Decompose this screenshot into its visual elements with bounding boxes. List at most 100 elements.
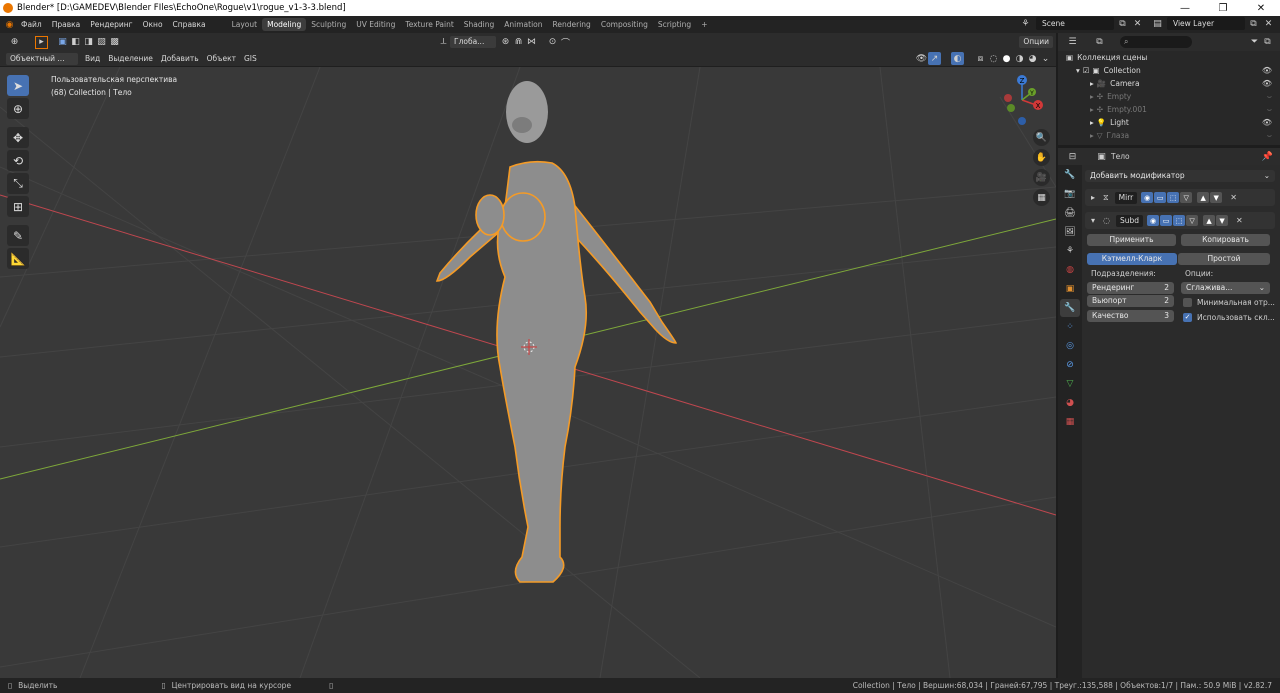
outliner-item-empty-001[interactable]: ▸ ✣ Empty.001 ⌣ [1058,103,1280,116]
new-view-layer-icon[interactable]: ⧉ [1247,17,1260,30]
object-mode-dropdown[interactable]: Объектный ... [6,52,78,65]
tab-material[interactable]: ◕ [1060,394,1080,412]
pin-icon[interactable]: 📌 [1261,150,1274,163]
eye-closed-icon[interactable]: ⌣ [1267,92,1272,102]
proportional-edit-icon[interactable]: ⊙ [546,36,559,49]
min-offset-checkbox[interactable] [1183,298,1192,307]
transform-orientation-dropdown[interactable]: Глоба... [450,36,496,48]
outliner-search[interactable]: ⌕ [1120,36,1192,48]
outliner-item-collection[interactable]: ▾ ☑ ▣ Collection 👁 [1058,64,1280,77]
select-tool-icon[interactable]: ▸ [35,35,48,49]
checkbox-icon[interactable]: ☑ [1083,66,1090,75]
menu-select[interactable]: Выделение [104,54,157,63]
menu-gis[interactable]: GIS [240,54,261,63]
modifier-mirror[interactable]: ▸ ⧖ Mirr ◉ ▭ ⬚ ▽ ▲ ▼ ✕ [1085,189,1275,206]
render-toggle-icon[interactable]: ◉ [1141,192,1154,203]
scene-icon[interactable]: ⚘ [1019,17,1032,30]
outliner-item-camera[interactable]: ▸ 🎥 Camera 👁 [1058,77,1280,90]
snap-target-icon[interactable]: ⋈ [525,36,538,49]
new-collection-icon[interactable]: ⧉ [1261,36,1274,49]
options-dropdown[interactable]: Опции [1019,36,1053,48]
outliner-item-empty[interactable]: ▸ ✣ Empty ⌣ [1058,90,1280,103]
add-modifier-dropdown[interactable]: Добавить модификатор ⌄ [1085,170,1275,182]
cursor-tool[interactable]: ⊕ [7,98,29,119]
tab-modifiers[interactable]: 🔧 [1060,299,1080,317]
menu-edit[interactable]: Правка [47,20,86,29]
menu-window[interactable]: Окно [138,20,168,29]
delete-view-layer-icon[interactable]: ✕ [1262,17,1275,30]
eye-icon[interactable]: 👁 [1262,118,1272,127]
move-tool[interactable]: ✥ [7,127,29,148]
display-mode-icon[interactable]: ⧉ [1093,36,1106,49]
render-toggle-icon[interactable]: ◉ [1147,215,1160,226]
uv-smooth-dropdown[interactable]: Сглажива... ⌄ [1181,282,1270,294]
menu-view[interactable]: Вид [81,54,104,63]
eye-closed-icon[interactable]: ⌣ [1267,131,1272,141]
tab-texture[interactable]: ▦ [1060,413,1080,431]
tab-modeling[interactable]: Modeling [262,18,307,31]
camera-view-button[interactable]: 🎥 [1033,169,1050,186]
menu-help[interactable]: Справка [168,20,211,29]
select-subtract-icon[interactable]: ◨ [82,36,95,49]
eye-closed-icon[interactable]: ⌣ [1267,105,1272,115]
visibility-icon[interactable]: 👁 [915,52,928,65]
menu-file[interactable]: Файл [16,20,47,29]
annotate-tool[interactable]: ✎ [7,225,29,246]
modifier-subdivision[interactable]: ▾ ◌ Subd ◉ ▭ ⬚ ▽ ▲ ▼ ✕ [1085,212,1275,229]
render-levels-field[interactable]: Рендеринг 2 [1087,282,1174,294]
tab-compositing[interactable]: Compositing [596,18,653,31]
tab-particles[interactable]: ⁘ [1060,318,1080,336]
expand-arrow-icon[interactable]: ▸ [1091,193,1095,202]
shading-material-icon[interactable]: ◑ [1013,52,1026,65]
move-up-icon[interactable]: ▲ [1197,192,1210,203]
filter-icon[interactable]: ⏷ [1248,36,1261,49]
falloff-icon[interactable]: ⌒ [559,36,572,49]
tab-texture-paint[interactable]: Texture Paint [400,18,458,31]
apply-button[interactable]: Применить [1087,234,1176,246]
menu-render[interactable]: Рендеринг [85,20,137,29]
pan-button[interactable]: ✋ [1033,149,1050,166]
ortho-toggle-button[interactable]: ▦ [1033,189,1050,206]
tab-sculpting[interactable]: Sculpting [306,18,351,31]
remove-modifier-icon[interactable]: ✕ [1230,193,1237,202]
snap-icon[interactable]: ⋒ [512,36,525,49]
tab-scripting[interactable]: Scripting [653,18,696,31]
add-workspace-button[interactable]: + [696,18,712,31]
cage-toggle-icon[interactable]: ▽ [1186,215,1199,226]
rotate-tool[interactable]: ⟲ [7,150,29,171]
restore-button[interactable]: ❐ [1204,3,1242,14]
tab-shading[interactable]: Shading [459,18,499,31]
gizmo-toggle-icon[interactable]: ↗ [928,52,941,65]
tab-constraints[interactable]: ⊘ [1060,356,1080,374]
transform-tool[interactable]: ⊞ [7,196,29,217]
view-layer-icon[interactable]: ▤ [1151,17,1164,30]
outliner-item-eyes[interactable]: ▸ ▽ Глаза ⌣ [1058,129,1280,142]
shading-rendered-icon[interactable]: ◕ [1026,52,1039,65]
orientation-icon[interactable]: ⟂ [437,36,450,49]
3d-viewport[interactable]: Z X Y ➤ ⊕ ✥ ⟲ ⤡ ⊞ ✎ 📐 Пользовательская п… [0,67,1056,678]
new-scene-icon[interactable]: ⧉ [1116,17,1129,30]
close-window-button[interactable]: ✕ [1242,3,1280,14]
outliner-root[interactable]: ▣ Коллекция сцены [1058,51,1280,64]
menu-object[interactable]: Объект [203,54,240,63]
overlay-toggle-icon[interactable]: ◐ [951,52,964,65]
use-limit-checkbox[interactable]: ✓ [1183,313,1192,322]
measure-tool[interactable]: 📐 [7,248,29,269]
tab-uv-editing[interactable]: UV Editing [351,18,400,31]
delete-scene-icon[interactable]: ✕ [1131,17,1144,30]
editmode-toggle-icon[interactable]: ⬚ [1167,192,1180,203]
scene-selector[interactable]: Scene [1036,17,1114,30]
tab-output[interactable]: 🖨 [1060,204,1080,222]
move-down-icon[interactable]: ▼ [1216,215,1229,226]
remove-modifier-icon[interactable]: ✕ [1236,216,1243,225]
tab-rendering[interactable]: Rendering [548,18,596,31]
move-down-icon[interactable]: ▼ [1210,192,1223,203]
tab-animation[interactable]: Animation [499,18,547,31]
tab-world[interactable]: ◍ [1060,261,1080,279]
select-new-icon[interactable]: ▣ [56,36,69,49]
blender-menu-icon[interactable]: ◉ [3,18,16,31]
select-extend-icon[interactable]: ◧ [69,36,82,49]
eye-icon[interactable]: 👁 [1262,66,1272,75]
viewport-levels-field[interactable]: Вьюпорт 2 [1087,295,1174,307]
move-up-icon[interactable]: ▲ [1203,215,1216,226]
